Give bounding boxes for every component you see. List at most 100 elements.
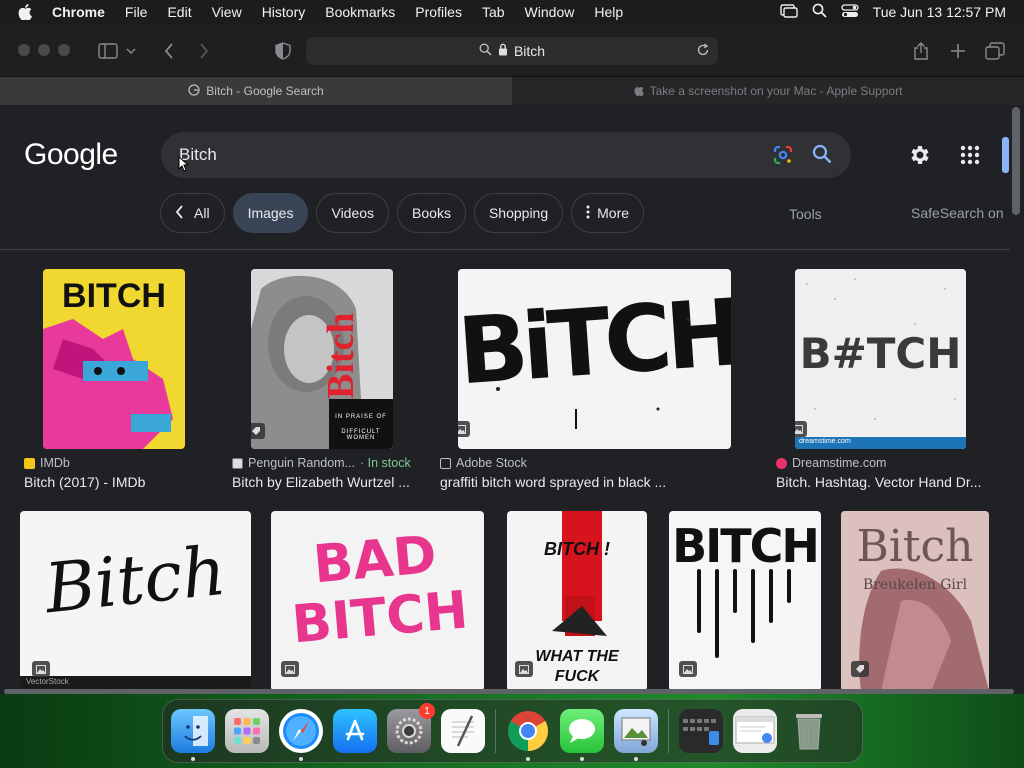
- tab-strip: Bitch - Google Search Take a screenshot …: [0, 77, 1024, 105]
- control-center-icon[interactable]: [841, 3, 859, 21]
- lock-icon: [498, 43, 508, 59]
- running-indicator: [580, 757, 584, 761]
- menu-profiles[interactable]: Profiles: [415, 4, 462, 20]
- menu-file[interactable]: File: [125, 4, 148, 20]
- window-controls: [18, 44, 70, 56]
- search-box[interactable]: [161, 132, 851, 178]
- address-bar[interactable]: Bitch: [306, 37, 718, 65]
- spotlight-search-icon[interactable]: [812, 3, 827, 21]
- dock-recent-window-icon[interactable]: [733, 709, 777, 753]
- chip-all[interactable]: All: [160, 193, 225, 233]
- dock-textedit-icon[interactable]: [441, 709, 485, 753]
- tools-button[interactable]: Tools: [789, 206, 822, 222]
- dock-system-settings-icon[interactable]: 1: [387, 703, 435, 753]
- back-icon[interactable]: [158, 40, 180, 62]
- dock-trash-icon[interactable]: [787, 709, 831, 753]
- tab-apple-support[interactable]: Take a screenshot on your Mac - Apple Su…: [512, 77, 1024, 105]
- menu-view[interactable]: View: [212, 4, 242, 20]
- sidebar-toggle-icon[interactable]: [97, 40, 119, 62]
- dock-launchpad-icon[interactable]: [225, 709, 269, 753]
- menu-tab[interactable]: Tab: [482, 4, 505, 20]
- dock-messages-icon[interactable]: [560, 709, 604, 761]
- vertical-scrollbar[interactable]: [1012, 107, 1020, 215]
- result-source[interactable]: Adobe Stock: [440, 456, 527, 470]
- macos-dock: 1: [162, 699, 863, 763]
- result-image-penguin[interactable]: Bitch IN PRAISE OF DIFFICULT WOMEN: [251, 269, 393, 449]
- search-submit-icon[interactable]: [811, 143, 833, 170]
- menu-edit[interactable]: Edit: [167, 4, 191, 20]
- address-text[interactable]: Bitch: [514, 43, 545, 59]
- more-vert-icon: [586, 205, 590, 222]
- text-cursor-icon: [178, 156, 188, 172]
- dock-downloads-stack-icon[interactable]: [679, 709, 723, 753]
- chip-shopping[interactable]: Shopping: [473, 193, 564, 233]
- screen-mirroring-icon[interactable]: [779, 3, 798, 21]
- result-image-imdb[interactable]: BITCH: [43, 269, 185, 449]
- in-stock-label: · In stock: [360, 456, 411, 470]
- imdb-favicon-icon: [24, 457, 35, 469]
- menu-bar: Chrome File Edit View History Bookmarks …: [0, 0, 1024, 24]
- thumb-text: B#TCH: [799, 329, 962, 378]
- result-image-drip[interactable]: BITCH: [669, 511, 821, 691]
- menu-help[interactable]: Help: [594, 4, 623, 20]
- dock-app-store-icon[interactable]: [333, 709, 377, 753]
- tab-label: Take a screenshot on your Mac - Apple Su…: [649, 84, 903, 98]
- result-source[interactable]: Dreamstime.com: [776, 456, 886, 470]
- horizontal-scrollbar[interactable]: [4, 689, 1014, 694]
- tag-icon: [851, 661, 869, 677]
- dock-finder-icon[interactable]: [171, 709, 215, 761]
- minimize-window-button[interactable]: [38, 44, 50, 56]
- menu-window[interactable]: Window: [525, 4, 575, 20]
- dock-chrome-icon[interactable]: [506, 709, 550, 761]
- chip-more[interactable]: More: [571, 193, 645, 233]
- result-image-bad-bitch[interactable]: BAD BITCH: [271, 511, 484, 691]
- dock-preview-icon[interactable]: [614, 709, 658, 761]
- result-title[interactable]: Bitch by Elizabeth Wurtzel ...: [232, 474, 417, 490]
- chip-images[interactable]: Images: [232, 193, 309, 233]
- tag-icon: [251, 423, 265, 439]
- gear-icon[interactable]: [908, 143, 932, 172]
- reload-icon[interactable]: [696, 43, 710, 60]
- forward-icon[interactable]: [193, 40, 215, 62]
- result-image-dreamstime[interactable]: B#TCH dreamstime.com: [795, 269, 966, 449]
- chip-books[interactable]: Books: [397, 193, 466, 233]
- tab-google-search[interactable]: Bitch - Google Search: [0, 77, 512, 105]
- google-favicon-icon: [188, 83, 200, 99]
- close-window-button[interactable]: [18, 44, 30, 56]
- image-icon: [281, 661, 299, 677]
- search-input[interactable]: [179, 132, 739, 178]
- result-title[interactable]: Bitch. Hashtag. Vector Hand Dr...: [776, 474, 996, 490]
- zoom-window-button[interactable]: [58, 44, 70, 56]
- result-image-wtf[interactable]: BITCH ! WHAT THE FUCK: [507, 511, 647, 691]
- google-lens-icon[interactable]: [772, 144, 794, 171]
- apple-icon[interactable]: [18, 4, 38, 20]
- share-icon[interactable]: [910, 40, 932, 62]
- source-label: IMDb: [40, 456, 70, 470]
- menu-history[interactable]: History: [262, 4, 306, 20]
- menu-bookmarks[interactable]: Bookmarks: [325, 4, 395, 20]
- source-label: Dreamstime.com: [792, 456, 887, 470]
- tab-label: Bitch - Google Search: [206, 84, 324, 98]
- thumb-sub: Breukelen Girl: [862, 577, 968, 593]
- chevron-down-icon[interactable]: [124, 40, 138, 62]
- new-tab-icon[interactable]: [947, 40, 969, 62]
- result-source[interactable]: IMDb: [24, 456, 70, 470]
- result-image-breukelen[interactable]: Bitch Breukelen Girl: [841, 511, 989, 691]
- result-title[interactable]: graffiti bitch word sprayed in black ...: [440, 474, 740, 490]
- google-logo[interactable]: Google: [24, 138, 118, 172]
- dock-safari-icon[interactable]: [279, 709, 323, 761]
- safesearch-toggle[interactable]: SafeSearch on: [911, 205, 1004, 221]
- image-icon: [458, 421, 470, 437]
- menu-clock[interactable]: Tue Jun 13 12:57 PM: [873, 4, 1006, 20]
- source-label: Penguin Random...: [248, 456, 356, 470]
- result-title[interactable]: Bitch (2017) - IMDb: [24, 474, 224, 490]
- privacy-shield-icon[interactable]: [272, 40, 294, 62]
- result-image-vectorstock[interactable]: Bitch VectorStock: [20, 511, 251, 691]
- google-apps-icon[interactable]: [960, 145, 980, 170]
- result-image-adobe[interactable]: BiTCH: [458, 269, 731, 449]
- menu-app-name[interactable]: Chrome: [52, 4, 105, 20]
- thumb-text: BAD BITCH: [289, 524, 471, 656]
- tab-overview-icon[interactable]: [984, 40, 1006, 62]
- chip-videos[interactable]: Videos: [316, 193, 390, 233]
- result-source[interactable]: Penguin Random... · In stock: [232, 456, 411, 470]
